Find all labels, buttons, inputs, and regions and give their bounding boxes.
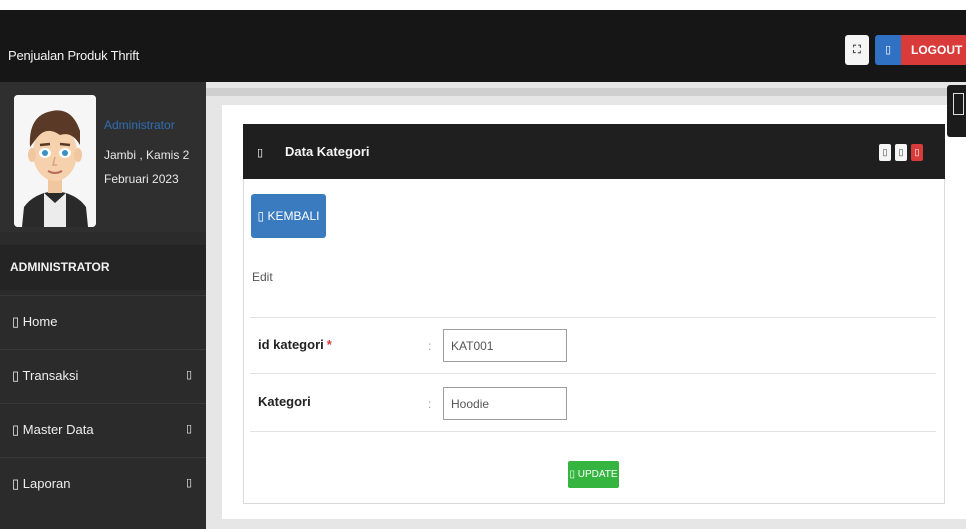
logout-button[interactable]: ▯ LOGOUT — [875, 35, 966, 65]
sidebar-item-label: Transaksi — [22, 368, 79, 383]
field-colon: : — [428, 339, 432, 353]
panel-title: Data Kategori — [285, 144, 370, 159]
chevron-left-icon: ▯ — [185, 423, 192, 435]
logout-label: LOGOUT — [901, 35, 966, 65]
divider — [250, 431, 936, 432]
update-button[interactable]: ▯ UPDATE — [568, 461, 619, 488]
divider — [250, 373, 936, 374]
laporan-icon: ▯ — [12, 476, 20, 491]
control-sidebar-toggle[interactable] — [947, 85, 966, 137]
back-button[interactable]: ▯ KEMBALI — [251, 194, 326, 238]
field-label-kategori: Kategori — [258, 394, 311, 409]
user-date: Jambi , Kamis 2 Februari 2023 — [104, 148, 190, 186]
divider — [250, 317, 936, 318]
avatar-illustration — [14, 95, 96, 227]
sidebar-item-master-data[interactable]: ▯ Master Data ▯ — [0, 403, 206, 457]
sidebar-item-home[interactable]: ▯ Home — [0, 295, 206, 349]
sidebar-header: ADMINISTRATOR — [0, 245, 206, 290]
sidebar-item-laporan[interactable]: ▯ Laporan ▯ — [0, 457, 206, 511]
sidebar-item-label: Laporan — [22, 476, 71, 491]
collapse-button[interactable]: ▯ — [879, 144, 891, 161]
kategori-input[interactable]: Hoodie — [443, 387, 567, 420]
required-marker: * — [326, 337, 332, 352]
app-brand[interactable]: Penjualan Produk Thrift — [8, 48, 139, 63]
expand-icon: ⛶ — [853, 44, 861, 56]
id-kategori-input[interactable]: KAT001 — [443, 329, 567, 362]
navbar — [0, 10, 966, 82]
sidebar-item-transaksi[interactable]: ▯ Transaksi ▯ — [0, 349, 206, 403]
fullscreen-button[interactable]: ⛶ — [845, 35, 869, 65]
sidebar-item-label: Home — [22, 314, 58, 329]
avatar — [14, 95, 96, 227]
chevron-left-icon: ▯ — [185, 369, 192, 381]
sidebar-item-label: Master Data — [22, 422, 94, 437]
master-data-icon: ▯ — [12, 422, 20, 437]
maximize-button[interactable]: ▯ — [895, 144, 907, 161]
panel-header: ▯ Data Kategori ▯ ▯ ▯ — [243, 124, 945, 179]
home-icon: ▯ — [12, 314, 20, 329]
field-colon: : — [428, 397, 432, 411]
chevron-left-icon: ▯ — [185, 477, 192, 489]
user-name[interactable]: Administrator — [104, 118, 175, 132]
panel-box — [243, 124, 945, 504]
section-label: Edit — [252, 270, 273, 284]
power-icon: ▯ — [875, 35, 901, 65]
panel-icon: ▯ — [257, 147, 264, 159]
close-button[interactable]: ▯ — [911, 144, 923, 161]
field-label-id-kategori: id kategori * — [258, 337, 332, 352]
content-header-bar — [206, 88, 966, 96]
transaksi-icon: ▯ — [12, 368, 20, 383]
